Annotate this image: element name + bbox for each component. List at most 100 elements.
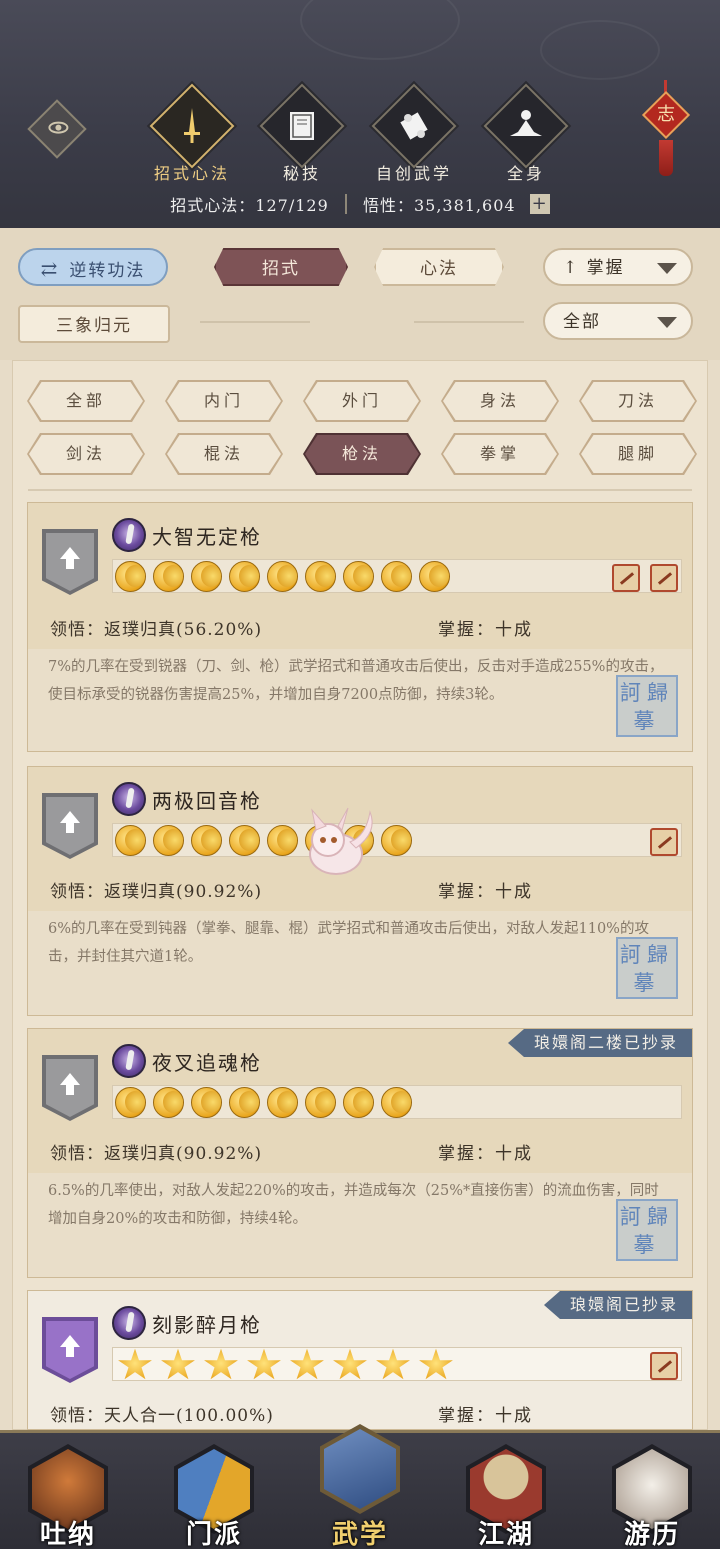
upgrade-badge[interactable]	[42, 529, 98, 595]
insight-value: 悟性：35,381,604	[362, 196, 516, 215]
nav-jianghu[interactable]: 江湖	[456, 1440, 556, 1549]
nav-label: 门派	[185, 1520, 242, 1549]
category-label: 棍法	[167, 435, 281, 473]
moon-icon	[191, 1087, 222, 1118]
nav-breathing[interactable]: 吐纳	[18, 1440, 118, 1549]
nav-label: 游历	[623, 1520, 680, 1549]
upgrade-badge[interactable]	[42, 1317, 98, 1383]
weapon-type-icon	[612, 564, 640, 592]
spear-icon	[112, 1044, 146, 1078]
nav-martial-arts[interactable]: 武学	[310, 1424, 410, 1549]
tab-label: 秘技	[282, 164, 321, 183]
level-bar	[112, 1347, 682, 1381]
tab-mind-filter-label: 心法	[420, 259, 458, 279]
category-button[interactable]: 剑法	[27, 433, 145, 475]
skill-name: 大智无定枪	[152, 525, 262, 549]
moon-icon	[419, 561, 450, 592]
skill-description-text: 7%的几率在受到锐器（刀、剑、枪）武学招式和普通攻击后使出，反击对手造成255%…	[48, 659, 664, 703]
mastery-label: 掌握：十成	[438, 882, 533, 902]
tab-label: 招式心法	[153, 164, 230, 183]
moon-icon	[267, 561, 298, 592]
nav-label: 吐纳	[39, 1520, 96, 1549]
skill-description: 6.5%的几率使出，对敌人发起220%的攻击，并造成每次（25%*直接伤害）的流…	[28, 1173, 692, 1277]
star-icon	[204, 1348, 238, 1380]
ornament-line	[414, 321, 524, 323]
upgrade-badge[interactable]	[42, 793, 98, 859]
star-icon	[419, 1348, 453, 1380]
spear-icon	[112, 1306, 146, 1340]
view-toggle-button[interactable]	[27, 99, 87, 159]
nav-travel[interactable]: 游历	[602, 1440, 702, 1549]
level-icons	[113, 1086, 412, 1120]
arrow-up-icon	[60, 547, 80, 569]
nav-sect[interactable]: 门派	[164, 1440, 264, 1549]
moon-icon	[153, 1087, 184, 1118]
category-label: 剑法	[29, 435, 143, 473]
eye-icon	[48, 121, 69, 134]
ornament-line	[200, 321, 310, 323]
category-button[interactable]: 身法	[441, 380, 559, 422]
level-bar	[112, 559, 682, 593]
tab-moves[interactable]: 招式心法	[149, 83, 235, 183]
weapon-type-icon	[650, 564, 678, 592]
fox-pet-icon[interactable]	[290, 796, 382, 888]
category-button[interactable]: 全部	[27, 380, 145, 422]
sort-dropdown-value: 掌握	[586, 258, 625, 278]
copied-ribbon: 琅嬛阁已抄录	[543, 1291, 692, 1319]
tab-secret-skills[interactable]: 秘技	[259, 83, 345, 183]
add-insight-button[interactable]: +	[529, 194, 550, 214]
star-icon	[161, 1348, 195, 1380]
category-button[interactable]: 腿脚	[579, 433, 697, 475]
tab-whole-body[interactable]: 全身	[483, 83, 569, 183]
weapon-type-icon	[650, 828, 678, 856]
level-icons	[113, 560, 450, 594]
scope-dropdown[interactable]: 全部	[543, 302, 693, 340]
skill-card[interactable]: 琅嬛阁二楼已抄录 夜叉追魂枪 领悟：返璞归真(90.92%) 掌握：十成 6.5…	[27, 1028, 693, 1278]
moon-icon	[229, 825, 260, 856]
tab-mind-filter[interactable]: 心法	[374, 248, 504, 286]
moon-icon	[229, 1087, 260, 1118]
upgrade-badge[interactable]	[42, 1055, 98, 1121]
top-header: 招式心法 秘技 自创武学 全身 志 招式心法：127/129 悟性：35,381…	[0, 0, 720, 228]
skill-card[interactable]: 琅嬛阁已抄录 刻影醉月枪 领悟：天人合一(100.00%) 掌握：十成	[27, 1290, 693, 1430]
tab-moves-filter[interactable]: 招式	[214, 248, 348, 286]
book-icon	[284, 106, 320, 146]
category-button[interactable]: 拳掌	[441, 433, 559, 475]
skill-description: 6%的几率在受到钝器（掌拳、腿靠、棍）武学招式和普通攻击后使出，对敌人发起110…	[28, 911, 692, 1015]
skill-description-text: 6.5%的几率使出，对敌人发起220%的攻击，并造成每次（25%*直接伤害）的流…	[48, 1183, 659, 1227]
category-label: 外门	[305, 382, 419, 420]
arrow-up-icon	[60, 1073, 80, 1095]
meditation-icon	[508, 106, 544, 146]
moon-icon	[381, 561, 412, 592]
skill-card[interactable]: 大智无定枪 领悟：返璞归真(56.20%) 掌握：十成 7%的几率在受到锐器（刀…	[27, 502, 693, 752]
category-label: 全部	[29, 382, 143, 420]
insight-label: 领悟：返璞归真(90.92%)	[50, 1144, 263, 1164]
moon-icon	[267, 1087, 298, 1118]
scroll-icon	[396, 106, 432, 146]
moon-icon	[305, 1087, 336, 1118]
category-button[interactable]: 棍法	[165, 433, 283, 475]
category-button[interactable]: 内门	[165, 380, 283, 422]
cloud-decoration	[540, 20, 660, 80]
sword-icon	[174, 106, 210, 146]
moon-icon	[191, 561, 222, 592]
category-label: 身法	[443, 382, 557, 420]
sort-dropdown[interactable]: ↑ 掌握	[543, 248, 693, 286]
mastery-label: 掌握：十成	[438, 1406, 533, 1426]
tab-custom-martial-arts[interactable]: 自创武学	[371, 83, 457, 183]
category-button[interactable]: 外门	[303, 380, 421, 422]
category-button[interactable]: 刀法	[579, 380, 697, 422]
category-button[interactable]: 枪法	[303, 433, 421, 475]
star-icon	[290, 1348, 324, 1380]
nav-label: 武学	[331, 1520, 388, 1549]
reverse-technique-button[interactable]: ⇄ 逆转功法	[18, 248, 168, 286]
category-label: 枪法	[305, 435, 419, 473]
sanxiang-button[interactable]: 三象归元	[18, 305, 170, 343]
star-icon	[376, 1348, 410, 1380]
chinese-knot-button[interactable]: 志	[640, 80, 692, 180]
skill-description: 7%的几率在受到锐器（刀、剑、枪）武学招式和普通攻击后使出，反击对手造成255%…	[28, 649, 692, 751]
divider	[344, 194, 347, 214]
chevron-down-icon	[657, 317, 677, 328]
weapon-type-icon	[650, 1352, 678, 1380]
nav-label: 江湖	[477, 1520, 534, 1549]
